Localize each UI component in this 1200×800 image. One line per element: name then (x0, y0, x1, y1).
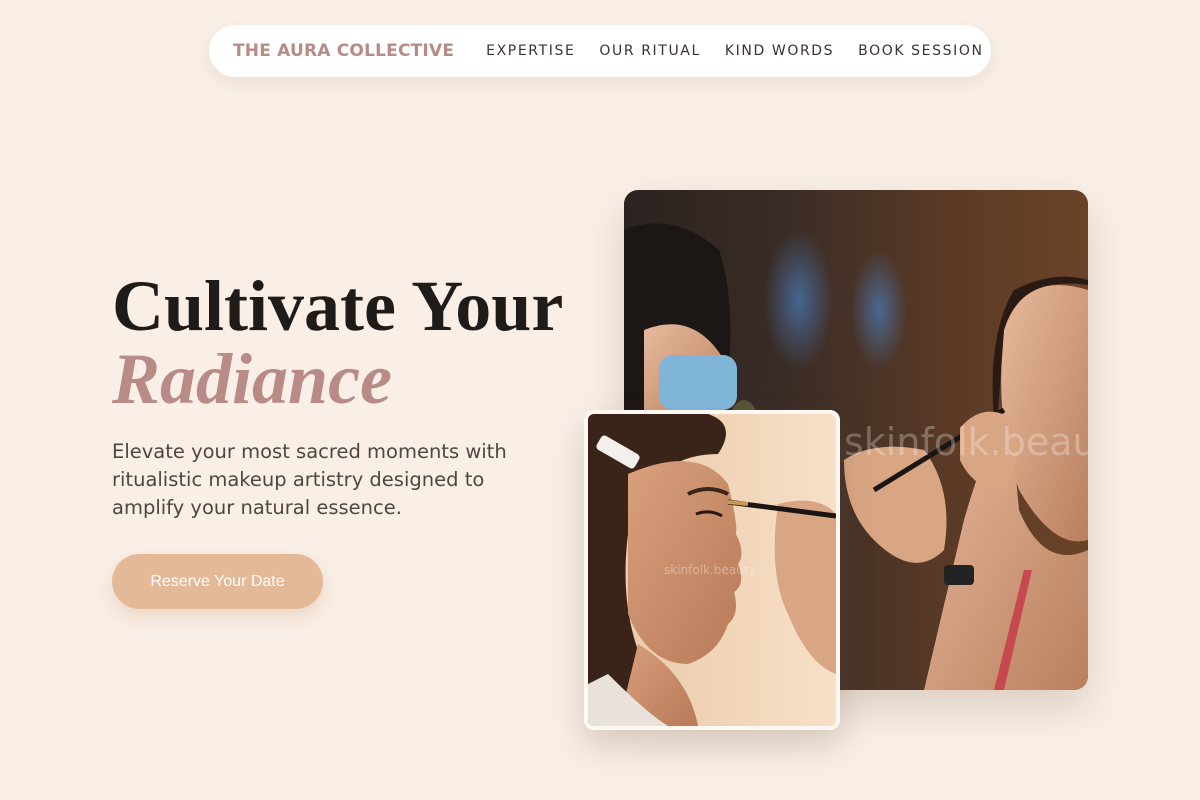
eye-makeup-illustration: skinfolk.beauty (588, 414, 836, 726)
eye-makeup-photo: skinfolk.beauty (584, 410, 840, 730)
top-nav: THE AURA COLLECTIVE EXPERTISE OUR RITUAL… (209, 25, 991, 77)
hero-subtext: Elevate your most sacred moments with ri… (112, 440, 507, 519)
nav-link-expertise[interactable]: EXPERTISE (486, 43, 575, 59)
nav-links: EXPERTISE OUR RITUAL KIND WORDS BOOK SES… (486, 43, 983, 59)
hero-headline: Cultivate Your Radiance (112, 266, 564, 419)
nav-link-kind-words[interactable]: KIND WORDS (725, 43, 834, 59)
headline-line-1: Cultivate Your (112, 266, 564, 346)
small-photo-watermark: skinfolk.beauty (664, 563, 756, 577)
headline-line-2: Radiance (112, 339, 392, 419)
nav-link-book-session[interactable]: BOOK SESSION (858, 43, 983, 59)
main-photo-watermark: skinfolk.beauty (844, 420, 1088, 464)
landing-page: THE AURA COLLECTIVE EXPERTISE OUR RITUAL… (0, 0, 1200, 800)
brand-logo[interactable]: THE AURA COLLECTIVE (233, 41, 454, 61)
nav-link-our-ritual[interactable]: OUR RITUAL (599, 43, 700, 59)
reserve-date-button[interactable]: Reserve Your Date (112, 554, 323, 609)
